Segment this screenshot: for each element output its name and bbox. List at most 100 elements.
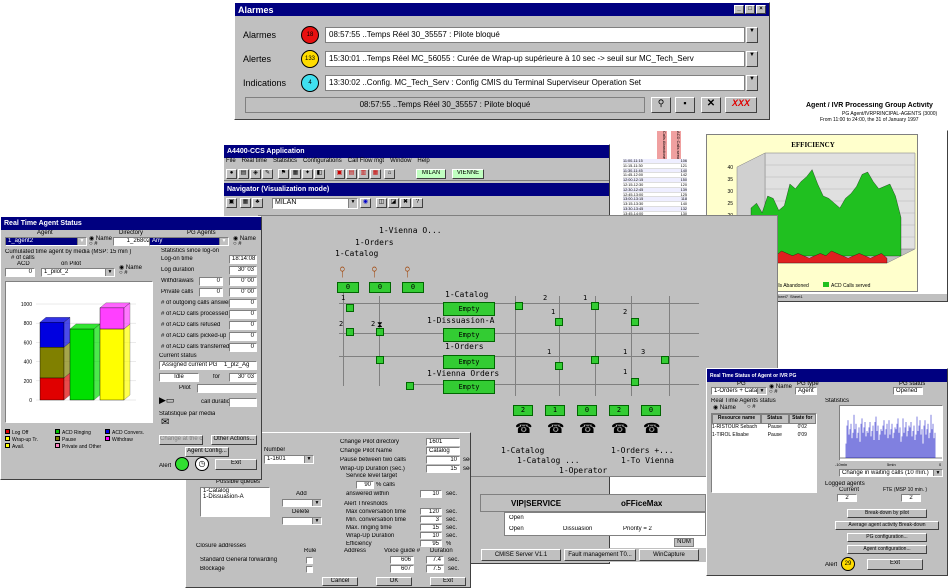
pilot-counter[interactable]: 0 bbox=[402, 282, 424, 293]
nav-icon[interactable]: ◪ bbox=[388, 198, 399, 208]
tool-icon[interactable]: ▥ bbox=[358, 169, 369, 179]
indication-dropdown[interactable]: ▼ bbox=[746, 75, 758, 91]
tool-icon[interactable]: ● bbox=[226, 169, 237, 179]
queue-item[interactable]: 1-Dissuasion-A bbox=[203, 494, 267, 500]
tool-icon[interactable]: ▣ bbox=[334, 169, 345, 179]
rtpg-exit-button[interactable]: Exit bbox=[867, 559, 923, 570]
flow-node[interactable] bbox=[406, 382, 414, 390]
flow-node[interactable] bbox=[376, 356, 384, 364]
flow-node[interactable] bbox=[555, 362, 563, 370]
agent-counter[interactable]: 0 bbox=[577, 405, 597, 416]
field-input[interactable]: Catalog bbox=[426, 447, 460, 455]
closure-voice[interactable]: 606 bbox=[390, 556, 414, 564]
number-select[interactable]: 1-1601 ▼ bbox=[264, 455, 314, 464]
nav-icon[interactable]: ? bbox=[412, 198, 423, 208]
flow-node[interactable] bbox=[591, 356, 599, 364]
acd-field[interactable]: 0 bbox=[5, 268, 35, 277]
delete-all-button[interactable]: XXX bbox=[725, 97, 757, 113]
minimize-button[interactable]: _ bbox=[734, 5, 744, 14]
menu-item[interactable]: File bbox=[226, 158, 236, 167]
delete-select[interactable]: ▼ bbox=[282, 517, 322, 525]
tool-icon[interactable]: ◧ bbox=[314, 169, 325, 179]
threshold-input[interactable]: 10 bbox=[420, 532, 442, 539]
closure-rule[interactable] bbox=[306, 566, 313, 573]
ok-button[interactable]: OK bbox=[376, 577, 412, 586]
nav-print-icon[interactable]: ▣ bbox=[226, 198, 237, 208]
indication-row[interactable]: 13:30:02 ..Config. MC_Tech_Serv : Config… bbox=[325, 75, 745, 91]
closure-duration[interactable]: 7.4 bbox=[426, 556, 444, 564]
radio-num[interactable]: ○ # bbox=[89, 241, 98, 247]
flow-node[interactable] bbox=[661, 356, 669, 364]
directory-field[interactable]: 1_26802 bbox=[113, 237, 153, 246]
menu-item[interactable]: Real time bbox=[242, 158, 267, 167]
nav-site-select[interactable]: MILAN ▼ bbox=[272, 198, 358, 209]
agent-counter[interactable]: 2 bbox=[609, 405, 629, 416]
pilot-counter[interactable]: 0 bbox=[369, 282, 391, 293]
taskbar-item[interactable]: CMISE Server V1.1 bbox=[481, 549, 561, 561]
radio-num[interactable]: ○ # bbox=[119, 270, 128, 276]
flow-node[interactable] bbox=[591, 302, 599, 310]
close-button[interactable]: × bbox=[756, 5, 766, 14]
alert-dropdown[interactable]: ▼ bbox=[746, 51, 758, 67]
threshold-input[interactable]: 120 bbox=[420, 508, 442, 515]
answered-within-input[interactable]: 10 bbox=[420, 490, 442, 498]
threshold-input[interactable]: 95 bbox=[420, 540, 442, 547]
add-select[interactable]: ▼ bbox=[282, 499, 322, 507]
radio-num[interactable]: ○ # bbox=[233, 241, 242, 247]
flow-node[interactable] bbox=[346, 304, 354, 312]
rtas-exit-button[interactable]: Exit bbox=[215, 459, 257, 470]
queue-node[interactable]: Empty bbox=[443, 328, 495, 342]
flow-node[interactable] bbox=[346, 328, 354, 336]
breakdown-pilot-button[interactable]: Break-down by pilot bbox=[847, 509, 927, 518]
delete-icon[interactable]: ✕ bbox=[701, 97, 721, 113]
tool-icon[interactable]: ▦ bbox=[290, 169, 301, 179]
tool-icon[interactable]: ✦ bbox=[302, 169, 313, 179]
radio-num[interactable]: ○ # bbox=[747, 404, 756, 410]
flow-node[interactable] bbox=[555, 318, 563, 326]
tool-icon[interactable]: ⌂ bbox=[384, 169, 395, 179]
table-row[interactable]: 1-RISTOUR Sebach Pause 0'02 bbox=[712, 424, 816, 432]
tool-icon[interactable]: ▤ bbox=[238, 169, 249, 179]
nav-icon[interactable]: ◫ bbox=[376, 198, 387, 208]
closure-duration[interactable]: 7.5 bbox=[426, 565, 444, 573]
field-input[interactable]: 1601 bbox=[426, 438, 460, 446]
alert-row[interactable]: 15:30:01 ..Temps Réel MC_56055 : Curée d… bbox=[325, 51, 745, 67]
cancel-button[interactable]: Cancel bbox=[322, 577, 358, 586]
flow-node[interactable] bbox=[631, 318, 639, 326]
sheet-tab[interactable]: Sheet1 bbox=[790, 294, 803, 301]
media-icon[interactable]: ✉ bbox=[161, 417, 169, 428]
nav-icon[interactable]: ✖ bbox=[400, 198, 411, 208]
other-actions-button[interactable]: Other Actions... bbox=[211, 435, 257, 445]
menu-item[interactable]: Help bbox=[417, 158, 429, 167]
tool-icon[interactable]: ✎ bbox=[262, 169, 273, 179]
nav-tree-icon[interactable]: ♣ bbox=[252, 198, 263, 208]
menu-item[interactable]: Configurations bbox=[303, 158, 342, 167]
tool-icon[interactable]: ⚑ bbox=[278, 169, 289, 179]
alarm-row[interactable]: 08:57:55 ..Temps Réel 30_35557 : Pilote … bbox=[325, 27, 745, 43]
radio-num[interactable]: ○ # bbox=[769, 389, 778, 395]
agent-config-button[interactable]: Agent configuration... bbox=[847, 545, 927, 554]
threshold-input[interactable]: 3 bbox=[420, 516, 442, 523]
agent-counter[interactable]: 0 bbox=[641, 405, 661, 416]
queue-node[interactable]: Empty bbox=[443, 355, 495, 369]
agent-select[interactable]: 1_agent2 ▼ bbox=[5, 237, 87, 246]
taskbar-item[interactable]: Fault management T0... bbox=[564, 549, 636, 561]
waiting-calls-select[interactable]: Change in waiting calls (10 min.) ▼ bbox=[839, 469, 943, 477]
binoculars-icon[interactable]: ⚲ bbox=[651, 97, 671, 113]
alarm-dropdown[interactable]: ▼ bbox=[746, 27, 758, 43]
menu-item[interactable]: Call Flow mgt bbox=[348, 158, 384, 167]
queues-list[interactable]: 1-Catalog 1-Dissuasion-A bbox=[200, 487, 270, 517]
maximize-button[interactable]: □ bbox=[745, 5, 755, 14]
site-vienne-button[interactable]: VIENNE bbox=[452, 169, 484, 179]
agent-counter[interactable]: 2 bbox=[513, 405, 533, 416]
flow-node[interactable] bbox=[631, 378, 639, 386]
pilot-select[interactable]: 1_pilot_2 ▼ bbox=[41, 268, 115, 277]
nav-table-icon[interactable]: ▦ bbox=[240, 198, 251, 208]
flow-node[interactable] bbox=[515, 302, 523, 310]
queue-node[interactable]: Empty bbox=[443, 380, 495, 394]
queue-node[interactable]: Empty bbox=[443, 302, 495, 316]
avg-activity-button[interactable]: Average agent activity Break-down bbox=[835, 521, 939, 530]
radio-name[interactable]: ◉ Name bbox=[713, 404, 736, 411]
threshold-input[interactable]: 15 bbox=[420, 524, 442, 531]
agent-counter[interactable]: 1 bbox=[545, 405, 565, 416]
